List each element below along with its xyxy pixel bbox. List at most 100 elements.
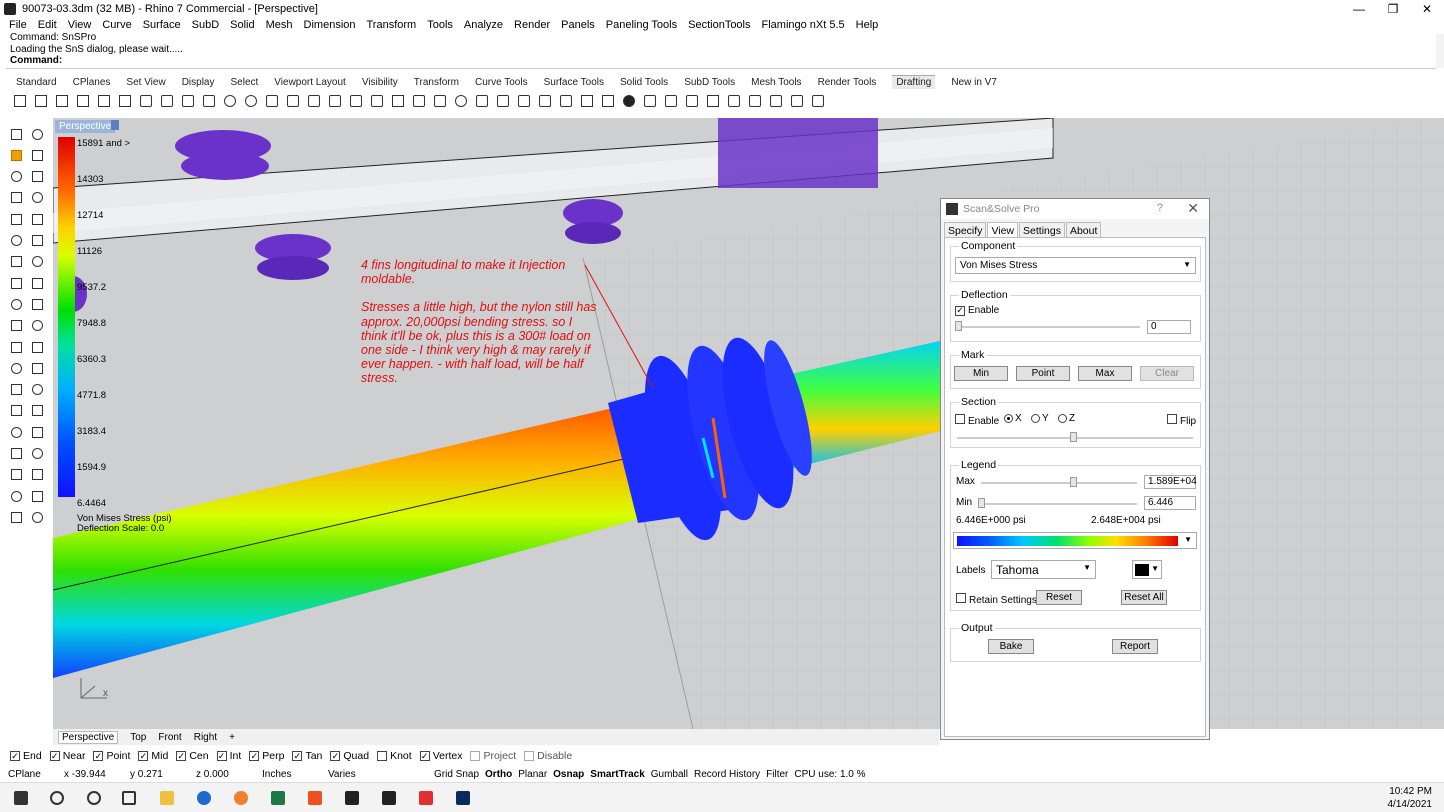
cplane-label[interactable]: CPlane [8, 769, 58, 780]
grid-snap-toggle[interactable]: Grid Snap [434, 769, 479, 780]
bake-button[interactable]: Bake [988, 639, 1034, 654]
page-icon[interactable] [33, 93, 49, 109]
close-window-button[interactable]: ✕ [1410, 0, 1444, 18]
panel-close-icon[interactable]: ✕ [1187, 200, 1199, 217]
tab-render-tools[interactable]: Render Tools [818, 77, 877, 88]
print-icon[interactable] [642, 93, 658, 109]
file-explorer-icon[interactable] [158, 789, 176, 807]
tab-mesh-tools[interactable]: Mesh Tools [751, 77, 801, 88]
fillet-icon[interactable] [8, 403, 24, 419]
extrude-icon[interactable] [29, 233, 45, 249]
units-label[interactable]: Inches [262, 769, 322, 780]
split-icon[interactable] [29, 360, 45, 376]
blender-icon[interactable] [232, 789, 250, 807]
explode-icon[interactable] [726, 93, 742, 109]
transform-icon[interactable] [474, 93, 490, 109]
menu-analyze[interactable]: Analyze [464, 19, 503, 31]
rotate-text-icon[interactable] [789, 93, 805, 109]
mirror-icon[interactable] [29, 339, 45, 355]
dimension-icon[interactable] [138, 93, 154, 109]
layout-icon[interactable] [12, 93, 28, 109]
array-icon[interactable] [8, 339, 24, 355]
text-icon[interactable] [29, 446, 45, 462]
section-z-radio[interactable]: Z [1058, 413, 1075, 424]
rotate-icon[interactable] [8, 318, 24, 334]
viewport-tab-perspective[interactable]: Perspective [58, 730, 119, 744]
viewport-tab-front[interactable]: Front [158, 732, 181, 743]
render-icon[interactable] [29, 488, 45, 504]
section-y-radio[interactable]: Y [1031, 413, 1049, 424]
osnap-disable[interactable]: Disable [524, 750, 572, 762]
browser-icon[interactable] [195, 789, 213, 807]
windows-start-icon[interactable] [12, 789, 30, 807]
menu-file[interactable]: File [9, 19, 27, 31]
command-prompt-input[interactable]: Command: [10, 55, 1436, 67]
mesh-icon[interactable] [8, 275, 24, 291]
osnap-cen[interactable]: ✓ Cen [176, 750, 209, 762]
hatch-pattern-icon[interactable] [579, 93, 595, 109]
osnap-perp[interactable]: ✓ Perp [249, 750, 284, 762]
menu-view[interactable]: View [68, 19, 92, 31]
check-icon[interactable] [495, 93, 511, 109]
legend-max-slider[interactable] [981, 482, 1137, 484]
brave-icon[interactable] [306, 789, 324, 807]
mark-max-button[interactable]: Max [1078, 366, 1132, 381]
system-clock[interactable]: 10:42 PM 4/14/2021 [1388, 785, 1433, 811]
polyline-icon[interactable] [29, 147, 45, 163]
rhino7-taskbar-icon[interactable] [380, 789, 398, 807]
rotated-dimension-icon[interactable] [180, 93, 196, 109]
deflection-slider-thumb[interactable] [955, 321, 962, 331]
minimize-button[interactable]: — [1342, 0, 1376, 18]
reset-button[interactable]: Reset [1036, 590, 1082, 605]
mark-clear-button[interactable]: Clear [1140, 366, 1194, 381]
dimension-icon[interactable] [8, 446, 24, 462]
section-slider-thumb[interactable] [1070, 432, 1077, 442]
deflection-enable-checkbox[interactable]: ✓ Enable [955, 305, 999, 316]
menu-subd[interactable]: SubD [192, 19, 220, 31]
section-enable-checkbox[interactable]: Enable [955, 414, 999, 427]
record-history-toggle[interactable]: Record History [694, 769, 760, 780]
hatch-icon[interactable] [390, 93, 406, 109]
reset-all-button[interactable]: Reset All [1121, 590, 1167, 605]
box-icon[interactable] [29, 254, 45, 270]
section-icon[interactable] [705, 93, 721, 109]
mesh-icon[interactable] [684, 93, 700, 109]
viewport-menu-arrow-icon[interactable] [111, 120, 119, 130]
legend-min-slider-thumb[interactable] [978, 498, 985, 508]
report-button[interactable]: Report [1112, 639, 1158, 654]
menu-edit[interactable]: Edit [38, 19, 57, 31]
trim-icon[interactable] [8, 360, 24, 376]
surface-icon[interactable] [8, 233, 24, 249]
color-map-select[interactable]: ▼ [953, 532, 1197, 549]
pdf-icon[interactable] [417, 789, 435, 807]
search-icon[interactable] [48, 789, 66, 807]
menu-section-tools[interactable]: SectionTools [688, 19, 750, 31]
layer-icon[interactable] [8, 467, 24, 483]
excel-icon[interactable] [269, 789, 287, 807]
osnap-tan[interactable]: ✓ Tan [292, 750, 322, 762]
rhino-taskbar-icon[interactable] [343, 789, 361, 807]
tab-standard[interactable]: Standard [16, 77, 57, 88]
osnap-near[interactable]: ✓ Near [49, 750, 85, 762]
tab-subd-tools[interactable]: SubD Tools [684, 77, 735, 88]
curve-icon[interactable] [8, 169, 24, 185]
deflection-value-field[interactable]: 0 [1147, 320, 1191, 334]
section-x-radio[interactable]: X [1004, 413, 1022, 424]
boolean-icon[interactable] [29, 275, 45, 291]
rectangle-icon[interactable] [8, 211, 24, 227]
tab-cplanes[interactable]: CPlanes [73, 77, 111, 88]
diameter-dimension-icon[interactable] [243, 93, 259, 109]
crosshair-icon[interactable] [369, 93, 385, 109]
legend-max-slider-thumb[interactable] [1070, 477, 1077, 487]
osnap-vertex[interactable]: ✓ Vertex [419, 750, 462, 762]
box-icon[interactable] [663, 93, 679, 109]
tab-visibility[interactable]: Visibility [362, 77, 398, 88]
menu-paneling-tools[interactable]: Paneling Tools [606, 19, 677, 31]
chamfer-icon[interactable] [29, 403, 45, 419]
color-icon[interactable] [432, 93, 448, 109]
perspective-viewport[interactable]: Perspective 15891 and > 14303 12714 1112… [53, 118, 1444, 729]
osnap-mid[interactable]: ✓ Mid [138, 750, 168, 762]
menu-surface[interactable]: Surface [143, 19, 181, 31]
menu-help[interactable]: Help [856, 19, 879, 31]
retain-settings-checkbox[interactable]: Retain Settings [956, 593, 1037, 606]
